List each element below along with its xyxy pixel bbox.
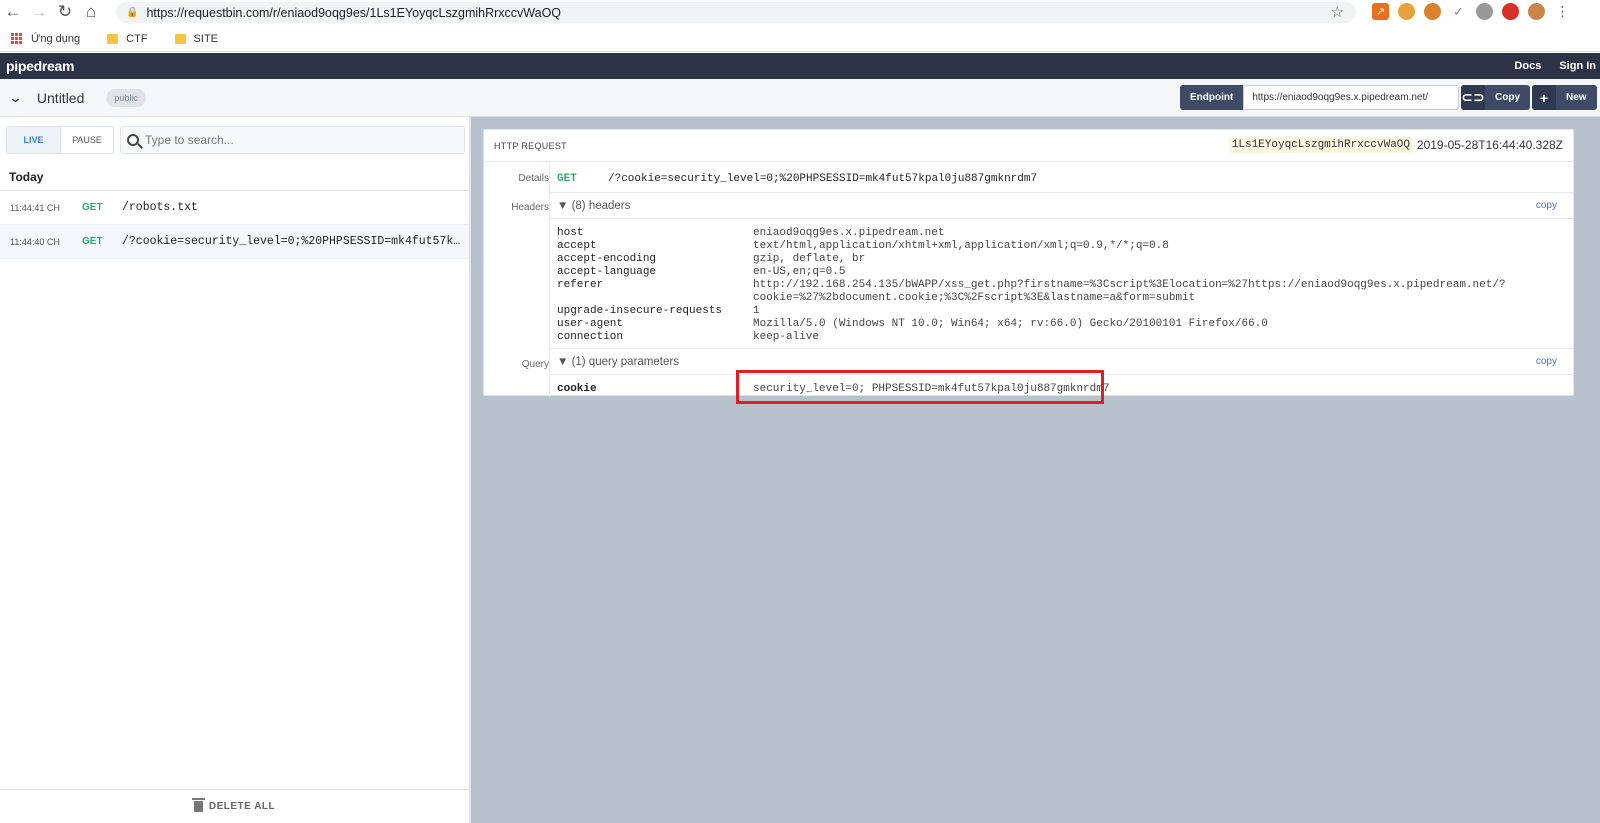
folder-icon — [107, 33, 119, 44]
header-value: cookie=%27%2bdocument.cookie;%3C%2Fscrip… — [753, 292, 1196, 304]
extensions-tray: ↗ ✓ ⋮ — [1372, 3, 1571, 20]
apps-grid-icon — [11, 33, 22, 44]
header-key: accept-encoding — [557, 253, 657, 265]
chart-extension-icon[interactable]: ↗ — [1372, 3, 1389, 20]
address-url: https://requestbin.com/r/eniaod9oqg9es/1… — [146, 5, 562, 20]
browser-toolbar: ← → ↻ ⌂ 🔒 https://requestbin.com/r/eniao… — [0, 0, 1600, 24]
header-value: http://192.168.254.135/bWAPP/xss_get.php… — [753, 279, 1506, 291]
header-value: keep-alive — [753, 331, 820, 343]
copy-headers-link[interactable]: copy — [1536, 200, 1557, 211]
circle-extension-icon[interactable] — [1476, 3, 1493, 20]
back-arrow-icon[interactable]: ← — [0, 0, 26, 24]
header-key: host — [557, 227, 584, 239]
link-icon: ⊂⊃ — [1461, 85, 1485, 110]
header-value: en-US,en;q=0.5 — [753, 266, 846, 278]
row-divider — [549, 218, 1573, 219]
header-key: accept-language — [557, 266, 657, 278]
header-key: upgrade-insecure-requests — [557, 305, 723, 317]
search-icon — [127, 134, 139, 146]
copy-query-link[interactable]: copy — [1536, 356, 1557, 367]
live-button[interactable]: LIVE — [7, 127, 60, 153]
trash-icon — [191, 798, 205, 812]
cookie-editor-extension-icon[interactable] — [1424, 3, 1441, 20]
request-id[interactable]: 1Ls1EYoyqcLszgmihRrxccvWaOQ — [1228, 137, 1413, 153]
profile-avatar[interactable] — [1528, 3, 1545, 20]
endpoint-url-field[interactable]: https://eniaod9oqg9es.x.pipedream.net/ — [1243, 85, 1460, 110]
pause-button[interactable]: PAUSE — [60, 127, 113, 153]
highlight-box — [736, 370, 1104, 404]
headers-toggle[interactable]: ▼ (8) headers — [557, 200, 630, 212]
bookmarks-bar: Ứng dụng CTF SITE — [0, 26, 1600, 52]
lock-icon: 🔒 — [126, 7, 139, 18]
query-key: cookie — [557, 383, 597, 395]
bookmark-ctf[interactable]: CTF — [107, 33, 148, 45]
header-key: user-agent — [557, 318, 624, 330]
bookmark-star-icon[interactable]: ☆ — [1331, 3, 1344, 21]
request-row-selected[interactable]: 11:44:40 CH GET /?cookie=security_level=… — [0, 225, 469, 259]
bin-toolbar: ⌄ Untitled public Endpoint https://eniao… — [0, 79, 1600, 117]
delete-all-button[interactable]: DELETE ALL — [0, 789, 469, 823]
bin-title[interactable]: Untitled — [37, 90, 84, 106]
label-divider — [549, 162, 550, 397]
plus-icon: + — [1532, 85, 1556, 110]
headers-label: Headers — [511, 202, 549, 213]
bookmark-site[interactable]: SITE — [174, 33, 218, 45]
header-value: eniaod9oqg9es.x.pipedream.net — [753, 227, 945, 239]
http-request-card: HTTP REQUEST 1Ls1EYoyqcLszgmihRrxccvWaOQ… — [483, 129, 1574, 404]
forward-arrow-icon[interactable]: → — [26, 0, 52, 24]
request-path: /?cookie=security_level=0;%20PHPSESSID=m… — [608, 173, 1038, 185]
header-value: Mozilla/5.0 (Windows NT 10.0; Win64; x64… — [753, 318, 1268, 330]
header-key: accept — [557, 240, 597, 252]
search-input[interactable] — [145, 133, 445, 147]
opera-extension-icon[interactable] — [1502, 3, 1519, 20]
search-box — [120, 126, 465, 154]
group-heading: Today — [9, 170, 44, 184]
header-key: referer — [557, 279, 604, 291]
pipedream-logo[interactable]: pipedream — [6, 58, 74, 74]
chevron-down-icon[interactable]: ⌄ — [8, 90, 22, 106]
bookmark-apps[interactable]: Ứng dụng — [11, 33, 80, 45]
header-value: gzip, deflate, br — [753, 253, 866, 265]
home-icon[interactable]: ⌂ — [78, 0, 104, 24]
docs-link[interactable]: Docs — [1514, 60, 1541, 72]
new-bin-button[interactable]: + New — [1532, 85, 1597, 110]
request-detail-panel: HTTP REQUEST 1Ls1EYoyqcLszgmihRrxccvWaOQ… — [471, 117, 1600, 823]
request-row[interactable]: 11:44:41 CH GET /robots.txt — [0, 191, 469, 225]
row-divider — [549, 192, 1573, 193]
menu-kebab-icon[interactable]: ⋮ — [1554, 3, 1571, 20]
request-list: 11:44:41 CH GET /robots.txt 11:44:40 CH … — [0, 190, 469, 259]
header-value: 1 — [753, 305, 760, 317]
details-label: Details — [518, 173, 549, 184]
sign-in-link[interactable]: Sign In — [1559, 60, 1596, 72]
request-timestamp: 2019-05-28T16:44:40.328Z — [1416, 138, 1563, 152]
query-toggle[interactable]: ▼ (1) query parameters — [557, 356, 679, 368]
request-list-panel: LIVE PAUSE Today 11:44:41 CH GET /robots… — [0, 117, 471, 823]
header-value: text/html,application/xhtml+xml,applicat… — [753, 240, 1169, 252]
row-divider — [549, 348, 1573, 349]
card-header: HTTP REQUEST 1Ls1EYoyqcLszgmihRrxccvWaOQ… — [484, 130, 1573, 162]
live-pause-toggle: LIVE PAUSE — [6, 126, 114, 154]
app-header: pipedream Docs Sign In — [0, 53, 1600, 79]
check-extension-icon[interactable]: ✓ — [1450, 3, 1467, 20]
request-method: GET — [557, 173, 577, 185]
endpoint-label: Endpoint — [1180, 85, 1244, 110]
query-label: Query — [521, 359, 549, 370]
endpoint-group: Endpoint https://eniaod9oqg9es.x.pipedre… — [1180, 85, 1460, 110]
cookie-extension-icon[interactable] — [1398, 3, 1415, 20]
visibility-badge: public — [106, 88, 146, 107]
reload-icon[interactable]: ↻ — [52, 0, 78, 24]
address-bar[interactable]: 🔒 https://requestbin.com/r/eniaod9oqg9es… — [116, 2, 1356, 23]
header-key: connection — [557, 331, 624, 343]
card-title: HTTP REQUEST — [494, 140, 567, 151]
copy-endpoint-button[interactable]: ⊂⊃ Copy — [1461, 85, 1530, 110]
folder-icon — [174, 33, 186, 44]
